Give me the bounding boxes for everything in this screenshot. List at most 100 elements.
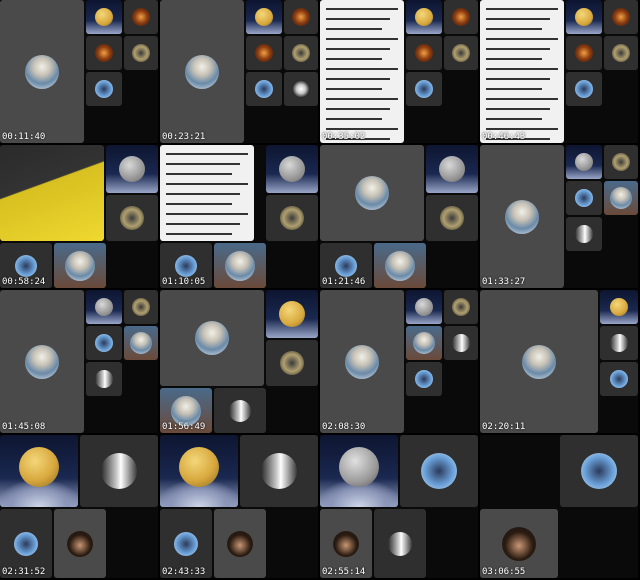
moon-tile [266, 145, 318, 193]
moon-tile [320, 435, 398, 507]
moto-tile [86, 72, 122, 106]
timestamp-label: 01:56:49 [162, 422, 206, 432]
moon-icon [179, 447, 219, 488]
mosque-tile [266, 195, 318, 241]
thumbnail-cell[interactable]: 01:10:05 [160, 145, 318, 288]
old-avatar [185, 54, 219, 89]
old-avatar [25, 54, 59, 89]
thumbnail-cell[interactable]: 02:31:52 [0, 435, 158, 578]
document-text-line [486, 88, 542, 90]
portal-avatar [612, 8, 630, 26]
mosque-avatar [280, 206, 304, 230]
document-text-line [486, 38, 558, 40]
moto-avatar [15, 254, 37, 277]
old-avatar [345, 344, 379, 379]
thumbnail-cell[interactable]: 02:55:14 [320, 435, 478, 578]
document-text-line [166, 173, 232, 175]
waterfall-tile [240, 435, 318, 507]
waterfall-avatar [575, 225, 593, 243]
thumbnail-cell[interactable]: 00:23:21 [160, 0, 318, 143]
main-speaker-tile [0, 0, 84, 143]
scholar-portrait-tile [406, 326, 442, 360]
waterfall-tile [600, 326, 638, 360]
moto-avatar [421, 453, 457, 489]
thumbnail-cell[interactable]: 01:45:08 [0, 290, 158, 433]
moto-tile [406, 362, 442, 396]
moto-avatar [14, 531, 38, 556]
document-text-line [326, 8, 398, 10]
thumbnail-cell[interactable]: 03:06:55 [480, 435, 638, 578]
mosque-avatar [612, 44, 630, 62]
timestamp-label: 02:55:14 [322, 567, 366, 577]
scholar-portrait-tile [374, 243, 426, 288]
waterfall-avatar [101, 453, 137, 489]
document-text-line [166, 163, 240, 165]
moon-icon [19, 447, 59, 488]
main-speaker-tile [480, 145, 564, 288]
document-text-line [326, 58, 382, 60]
thumbnail-cell[interactable]: 01:21:46 [320, 145, 478, 288]
thumbnail-cell[interactable]: 02:43:33 [160, 435, 318, 578]
moto-tile [560, 435, 638, 507]
document-text-line [486, 68, 558, 70]
portal-tile-2 [246, 36, 282, 70]
document-text-line [486, 28, 542, 30]
portal-tile [124, 0, 158, 34]
mosque-tile [124, 290, 158, 324]
timestamp-label: 01:45:08 [2, 422, 46, 432]
document-text-line [166, 223, 240, 225]
video-thumbnail-grid: 00:11:40 00:23:21 00:35:02 00:46:43 00:58:24… [0, 0, 640, 580]
moto-avatar [415, 80, 433, 98]
mosque-tile [444, 290, 478, 324]
waterfall-tile [374, 509, 426, 578]
moon-gray-avatar [119, 156, 145, 182]
old-avatar [25, 344, 59, 379]
main-speaker-tile [160, 0, 244, 143]
timestamp-label: 02:31:52 [2, 567, 46, 577]
document-text-line [326, 28, 382, 30]
timestamp-label: 00:23:21 [162, 132, 206, 142]
waterfall-tile [80, 435, 158, 507]
moon-tile [566, 145, 602, 179]
waterfall-avatar [610, 334, 628, 352]
thumbnail-cell[interactable]: 01:33:27 [480, 145, 638, 288]
moon-avatar [279, 301, 305, 327]
old-avatar [385, 250, 415, 281]
mosque-tile [604, 145, 638, 179]
document-text-line [166, 183, 248, 185]
waterfall-avatar [95, 370, 113, 388]
document-text-line [166, 193, 240, 195]
moon-tile [86, 290, 122, 324]
document-text-line [326, 38, 398, 40]
moon-avatar [575, 8, 593, 26]
main-speaker-tile [320, 290, 404, 433]
portal-avatar [575, 44, 593, 62]
timestamp-label: 00:11:40 [2, 132, 46, 142]
moon-gray-avatar [95, 298, 113, 316]
timestamp-label: 01:10:05 [162, 277, 206, 287]
document-text-line [326, 68, 398, 70]
document-text-line [326, 78, 390, 80]
mosque-avatar [440, 206, 464, 230]
mosque-tile [266, 340, 318, 386]
old-avatar [225, 250, 255, 281]
thumbnail-cell[interactable]: 00:58:24 [0, 145, 158, 288]
thumbnail-cell[interactable]: 00:35:02 [320, 0, 478, 143]
gray-moon-icon [339, 447, 379, 488]
moto-avatar [610, 370, 628, 388]
document-text-line [486, 78, 550, 80]
moto-tile [600, 362, 638, 396]
thumbnail-cell[interactable]: 00:11:40 [0, 0, 158, 143]
thumbnail-cell[interactable]: 02:08:30 [320, 290, 478, 433]
moon-tile [246, 0, 282, 34]
moon-gray-avatar [439, 156, 465, 182]
moon-gray-avatar [575, 153, 593, 171]
thumbnail-cell[interactable]: 02:20:11 [480, 290, 638, 433]
mosque-avatar [132, 298, 150, 316]
thumbnail-cell[interactable]: 00:46:43 [480, 0, 638, 143]
scholar-portrait-tile [214, 243, 266, 288]
waterfall-tile [444, 326, 478, 360]
thumbnail-cell[interactable]: 01:56:49 [160, 290, 318, 433]
main-speaker-tile [320, 145, 424, 241]
document-text-line [486, 8, 558, 10]
